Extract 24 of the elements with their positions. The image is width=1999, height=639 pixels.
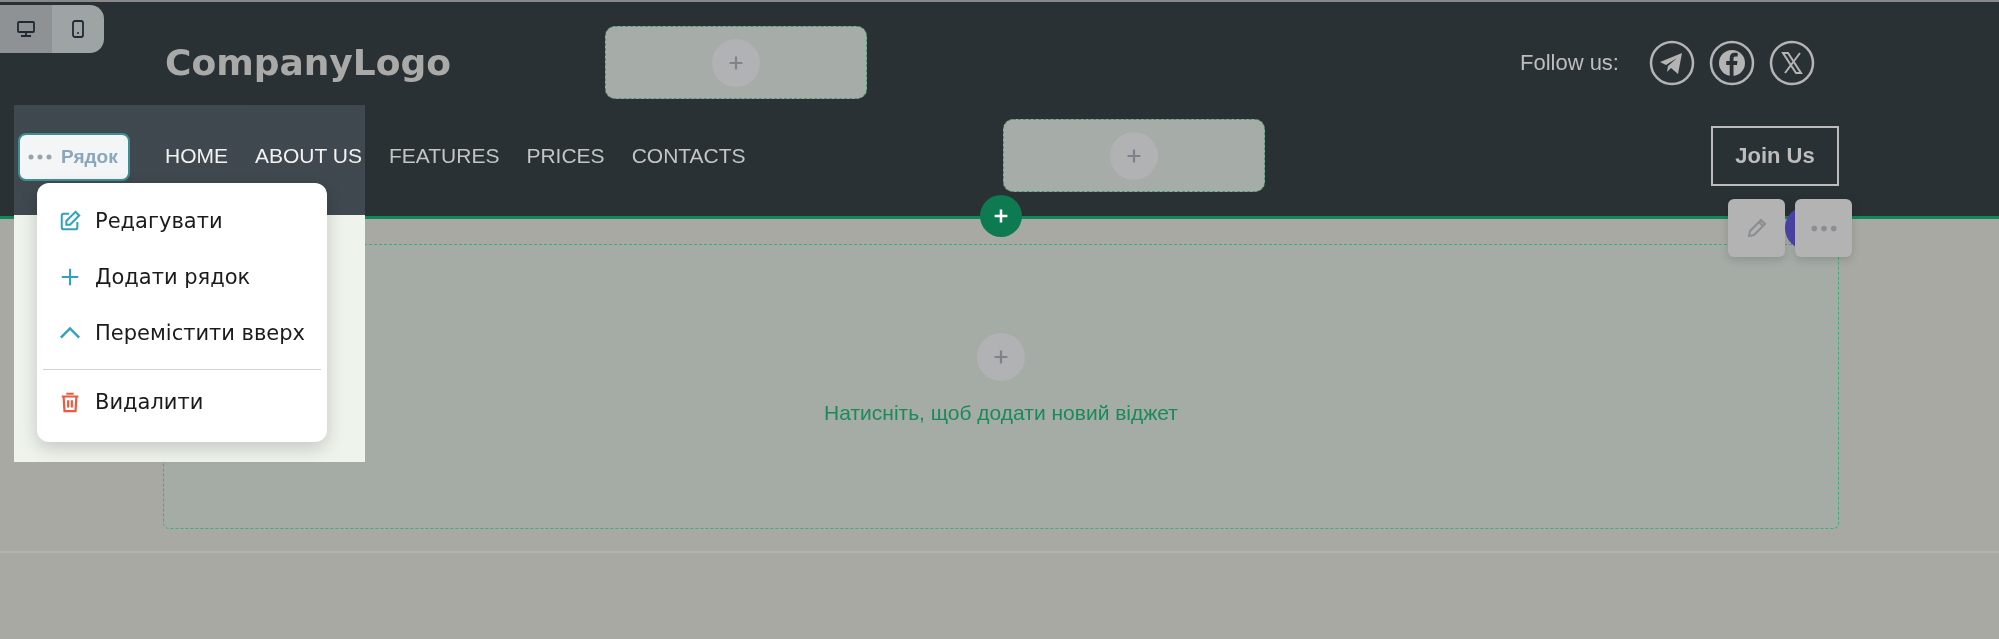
telegram-icon[interactable] [1649, 39, 1695, 86]
add-icon [712, 38, 760, 87]
facebook-icon[interactable] [1709, 39, 1755, 86]
add-widget-hint: Натисніть, щоб додати новий віджет [824, 401, 1178, 425]
add-icon [993, 208, 1009, 224]
nav-link[interactable]: HOME [165, 143, 228, 168]
add-icon [977, 333, 1025, 381]
plus-icon [59, 266, 81, 288]
more-icon [28, 154, 52, 160]
nav-link[interactable]: PRICES [526, 143, 605, 168]
desktop-view-button[interactable] [0, 5, 52, 53]
monitor-icon [16, 19, 36, 39]
edit-icon [59, 210, 81, 232]
x-icon[interactable] [1769, 39, 1815, 86]
nav-link[interactable]: ABOUT US [255, 143, 362, 168]
nav-link[interactable]: FEATURES [388, 143, 500, 168]
trash-icon [59, 391, 81, 413]
follow-label: Follow us: [1519, 49, 1619, 76]
company-logo: CompanyLogo [165, 42, 452, 83]
add-icon [1110, 131, 1158, 180]
more-icon [1810, 224, 1837, 232]
join-button[interactable]: Join Us [1711, 125, 1839, 186]
nav-link[interactable]: CONTACTS [631, 143, 746, 168]
add-row-button[interactable] [980, 195, 1022, 237]
